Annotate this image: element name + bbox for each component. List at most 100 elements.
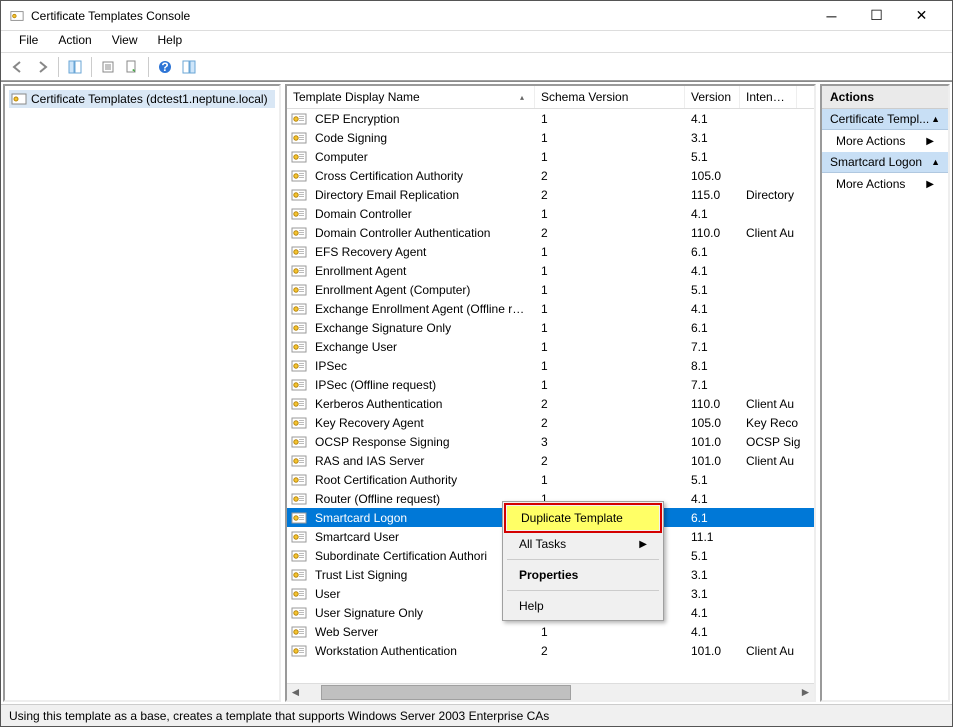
- actions-section-smartcard-logon[interactable]: Smartcard Logon▲: [822, 152, 948, 173]
- cert-template-icon: [291, 548, 307, 564]
- table-row[interactable]: Cross Certification Authority2105.0: [287, 166, 814, 185]
- cell-name: Kerberos Authentication: [309, 397, 535, 411]
- tree-node-label: Certificate Templates (dctest1.neptune.l…: [31, 92, 268, 106]
- context-menu-properties[interactable]: Properties: [505, 563, 661, 587]
- scroll-left-icon[interactable]: ◄: [287, 685, 304, 699]
- cert-template-icon: [291, 339, 307, 355]
- submenu-arrow-icon: ▶: [926, 136, 934, 147]
- cell-schema: 1: [535, 473, 685, 487]
- forward-button[interactable]: [31, 56, 53, 78]
- col-header-version[interactable]: Version: [685, 86, 740, 108]
- toolbar: ?: [1, 53, 952, 81]
- scroll-right-icon[interactable]: ►: [797, 685, 814, 699]
- window-title: Certificate Templates Console: [31, 9, 809, 23]
- cell-version: 3.1: [685, 131, 740, 145]
- cell-intended: Directory: [740, 188, 814, 202]
- cell-version: 3.1: [685, 587, 740, 601]
- table-row[interactable]: IPSec18.1: [287, 356, 814, 375]
- cell-name: Exchange User: [309, 340, 535, 354]
- col-header-intended[interactable]: Intended ▴: [740, 86, 797, 108]
- cell-version: 4.1: [685, 492, 740, 506]
- table-row[interactable]: Domain Controller14.1: [287, 204, 814, 223]
- context-menu-duplicate-template[interactable]: Duplicate Template: [507, 506, 659, 530]
- cell-schema: 1: [535, 321, 685, 335]
- table-row[interactable]: Code Signing13.1: [287, 128, 814, 147]
- cell-version: 105.0: [685, 169, 740, 183]
- show-hide-tree-button[interactable]: [64, 56, 86, 78]
- back-button[interactable]: [7, 56, 29, 78]
- toolbar-separator: [91, 57, 92, 77]
- cell-version: 8.1: [685, 359, 740, 373]
- table-row[interactable]: RAS and IAS Server2101.0Client Au: [287, 451, 814, 470]
- list-pane: Template Display Name▴ Schema Version Ve…: [285, 84, 816, 702]
- cert-template-icon: [291, 434, 307, 450]
- tree-pane: Certificate Templates (dctest1.neptune.l…: [3, 84, 281, 702]
- cell-version: 101.0: [685, 644, 740, 658]
- tree-node-certificate-templates[interactable]: Certificate Templates (dctest1.neptune.l…: [9, 90, 275, 108]
- close-button[interactable]: ✕: [899, 1, 944, 31]
- table-row[interactable]: IPSec (Offline request)17.1: [287, 375, 814, 394]
- cert-template-icon: [291, 301, 307, 317]
- menu-view[interactable]: View: [102, 31, 148, 52]
- cell-intended: Client Au: [740, 454, 814, 468]
- cell-name: Domain Controller: [309, 207, 535, 221]
- context-menu-help[interactable]: Help: [505, 594, 661, 618]
- cell-version: 6.1: [685, 511, 740, 525]
- table-row[interactable]: Key Recovery Agent2105.0Key Reco: [287, 413, 814, 432]
- table-row[interactable]: Web Server14.1: [287, 622, 814, 641]
- cell-version: 4.1: [685, 606, 740, 620]
- cert-template-icon: [291, 263, 307, 279]
- actions-section-certificate-templates[interactable]: Certificate Templ...▲: [822, 109, 948, 130]
- menu-action[interactable]: Action: [48, 31, 101, 52]
- table-row[interactable]: Exchange User17.1: [287, 337, 814, 356]
- scrollbar-thumb[interactable]: [321, 685, 571, 700]
- cell-name: Computer: [309, 150, 535, 164]
- col-header-name[interactable]: Template Display Name▴: [287, 86, 535, 108]
- table-row[interactable]: Exchange Signature Only16.1: [287, 318, 814, 337]
- cell-schema: 2: [535, 644, 685, 658]
- cell-schema: 1: [535, 302, 685, 316]
- table-row[interactable]: Domain Controller Authentication2110.0Cl…: [287, 223, 814, 242]
- cell-schema: 2: [535, 169, 685, 183]
- menu-file[interactable]: File: [9, 31, 48, 52]
- show-hide-action-pane-button[interactable]: [178, 56, 200, 78]
- collapse-icon: ▲: [931, 157, 940, 167]
- table-row[interactable]: OCSP Response Signing3101.0OCSP Sig: [287, 432, 814, 451]
- cell-version: 4.1: [685, 264, 740, 278]
- refresh-button[interactable]: [121, 56, 143, 78]
- cert-template-icon: [291, 415, 307, 431]
- minimize-button[interactable]: ─: [809, 1, 854, 31]
- cell-version: 5.1: [685, 473, 740, 487]
- actions-more-actions-1[interactable]: More Actions▶: [822, 130, 948, 152]
- cell-name: RAS and IAS Server: [309, 454, 535, 468]
- cell-schema: 2: [535, 397, 685, 411]
- table-row[interactable]: Exchange Enrollment Agent (Offline requ.…: [287, 299, 814, 318]
- properties-button[interactable]: [97, 56, 119, 78]
- table-row[interactable]: Enrollment Agent14.1: [287, 261, 814, 280]
- cell-name: Cross Certification Authority: [309, 169, 535, 183]
- cell-version: 5.1: [685, 283, 740, 297]
- cell-name: Key Recovery Agent: [309, 416, 535, 430]
- maximize-button[interactable]: ☐: [854, 1, 899, 31]
- actions-header: Actions: [822, 86, 948, 109]
- table-row[interactable]: Directory Email Replication2115.0Directo…: [287, 185, 814, 204]
- context-menu-all-tasks[interactable]: All Tasks▶: [505, 532, 661, 556]
- table-row[interactable]: Computer15.1: [287, 147, 814, 166]
- horizontal-scrollbar[interactable]: ◄ ►: [287, 683, 814, 700]
- table-row[interactable]: CEP Encryption14.1: [287, 109, 814, 128]
- cert-template-icon: [291, 491, 307, 507]
- table-row[interactable]: EFS Recovery Agent16.1: [287, 242, 814, 261]
- table-row[interactable]: Enrollment Agent (Computer)15.1: [287, 280, 814, 299]
- table-row[interactable]: Root Certification Authority15.1: [287, 470, 814, 489]
- cell-version: 101.0: [685, 454, 740, 468]
- table-row[interactable]: Workstation Authentication2101.0Client A…: [287, 641, 814, 660]
- cert-template-icon: [291, 624, 307, 640]
- table-row[interactable]: Kerberos Authentication2110.0Client Au: [287, 394, 814, 413]
- help-button[interactable]: ?: [154, 56, 176, 78]
- collapse-icon: ▲: [931, 114, 940, 124]
- col-header-schema[interactable]: Schema Version: [535, 86, 685, 108]
- actions-more-actions-2[interactable]: More Actions▶: [822, 173, 948, 195]
- cert-template-icon: [291, 567, 307, 583]
- menu-help[interactable]: Help: [148, 31, 193, 52]
- cell-version: 105.0: [685, 416, 740, 430]
